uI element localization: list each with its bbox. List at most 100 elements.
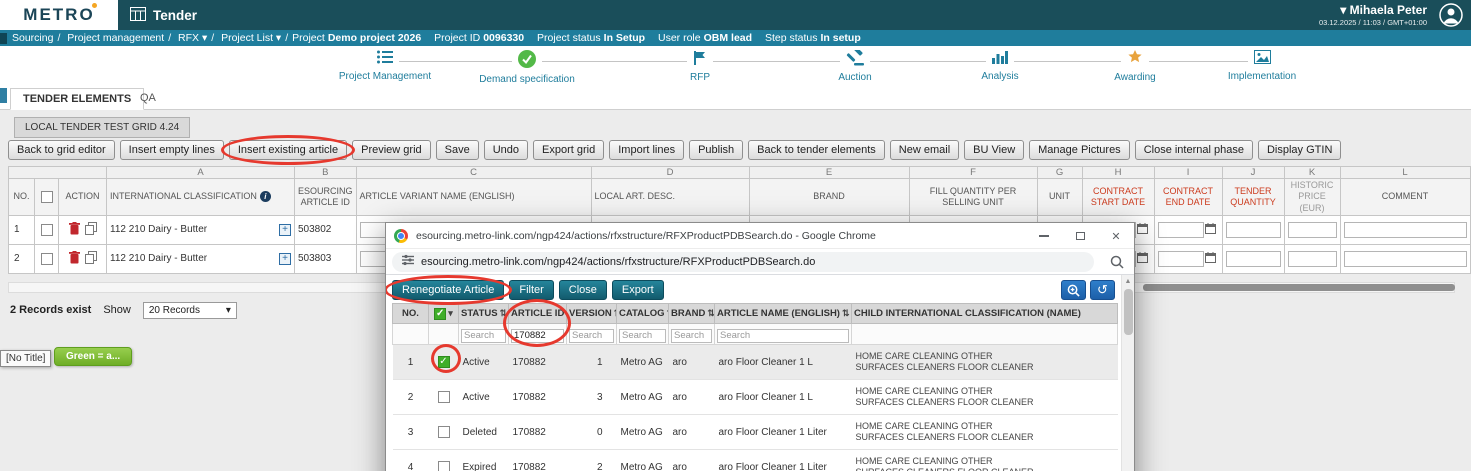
row-checkbox[interactable] [437, 461, 450, 471]
row-checkbox[interactable] [437, 391, 450, 403]
save-button[interactable]: Save [435, 140, 479, 160]
export-grid-button[interactable]: Export grid [533, 140, 605, 160]
tab-tender-elements[interactable]: TENDER ELEMENTS [10, 88, 145, 110]
article-name-search-input[interactable] [717, 328, 849, 343]
header-status[interactable]: STATUS ⇅ [458, 303, 509, 324]
copy-row-icon[interactable] [84, 250, 97, 267]
modal-scrollbar[interactable]: ▲ [1121, 275, 1134, 471]
horizontal-scrollbar-thumb[interactable] [1143, 284, 1455, 291]
version-search-input[interactable] [569, 328, 614, 343]
zoom-in-button[interactable] [1061, 280, 1086, 300]
breadcrumb-link[interactable]: RFX ▾ [178, 32, 207, 44]
new-email-button[interactable]: New email [889, 140, 960, 160]
copy-row-icon[interactable] [84, 221, 97, 238]
header-catalog[interactable]: CATALOG⇅ [616, 303, 669, 324]
historic-price-input[interactable] [1287, 250, 1337, 267]
tab-local-tender-test-grid[interactable]: LOCAL TENDER TEST GRID 4.24 [14, 117, 191, 138]
info-icon[interactable]: i [259, 191, 271, 203]
back-to-grid-editor-button[interactable]: Back to grid editor [8, 140, 115, 160]
header-article-name[interactable]: ARTICLE NAME (ENGLISH) ⇅ [714, 303, 852, 324]
expand-classification-button[interactable]: + [279, 252, 291, 265]
undo-button[interactable]: Undo [483, 140, 529, 160]
select-all-checkbox[interactable] [434, 307, 447, 320]
green-legend-chip: Green = a... [54, 347, 133, 366]
maximize-button[interactable] [1062, 223, 1098, 249]
close-button[interactable]: Close [558, 280, 607, 300]
records-per-page-select[interactable]: 20 Records ▾ [142, 301, 237, 319]
calendar-icon[interactable] [1204, 251, 1216, 266]
select-all-checkbox[interactable] [40, 190, 53, 203]
comment-input[interactable] [1343, 250, 1467, 267]
article-result-row[interactable]: 3 Deleted 170882 0 Metro AG aro aro Floo… [392, 414, 1118, 450]
column-letter: I [1153, 166, 1223, 179]
step-auction[interactable]: Auction [790, 47, 920, 83]
catalog-search-input[interactable] [619, 328, 666, 343]
step-awarding[interactable]: Awarding [1070, 50, 1200, 83]
scroll-up-icon[interactable]: ▲ [1122, 275, 1134, 288]
step-rfp[interactable]: RFP [635, 50, 765, 83]
contract-end-date-input[interactable] [1157, 250, 1204, 267]
step-implementation[interactable]: Implementation [1197, 50, 1327, 82]
article-result-row[interactable]: 4 Expired 170882 2 Metro AG aro aro Floo… [392, 449, 1118, 471]
delete-row-icon[interactable] [68, 221, 80, 238]
row-checkbox[interactable] [437, 426, 450, 438]
back-to-tender-elements-button[interactable]: Back to tender elements [748, 140, 885, 160]
zoom-icon[interactable] [1110, 255, 1124, 274]
close-window-button[interactable]: ✕ [1098, 223, 1134, 249]
tab-qa[interactable]: QA [128, 88, 168, 110]
row-checkbox[interactable] [40, 252, 53, 265]
display-gtin-button[interactable]: Display GTIN [1257, 140, 1342, 160]
tender-quantity-input[interactable] [1225, 221, 1281, 238]
column-letter: K [1283, 166, 1341, 179]
column-letter: C [355, 166, 592, 179]
article-result-row[interactable]: 1 Active 170882 1 Metro AG aro aro Floor… [392, 344, 1118, 380]
preview-grid-button[interactable]: Preview grid [352, 140, 431, 160]
insert-empty-lines-button[interactable]: Insert empty lines [119, 140, 224, 160]
delete-row-icon[interactable] [68, 250, 80, 267]
publish-button[interactable]: Publish [689, 140, 744, 160]
chevron-down-icon: ▾ [225, 304, 231, 316]
user-avatar-icon[interactable] [1439, 3, 1463, 27]
breadcrumb-link[interactable]: Project management [67, 32, 164, 44]
reset-button[interactable]: ↺ [1090, 280, 1115, 300]
manage-pictures-button[interactable]: Manage Pictures [1029, 140, 1130, 160]
modal-scrollbar-thumb[interactable] [1124, 289, 1133, 335]
close-internal-phase-button[interactable]: Close internal phase [1134, 140, 1253, 160]
insert-existing-article-button[interactable]: Insert existing article [220, 135, 356, 165]
article-result-row[interactable]: 2 Active 170882 3 Metro AG aro aro Floor… [392, 379, 1118, 415]
calendar-icon[interactable] [1136, 222, 1148, 237]
tender-quantity-input[interactable] [1225, 250, 1281, 267]
status-search-input[interactable] [461, 328, 506, 343]
header-version[interactable]: VERSION⇅ [566, 303, 617, 324]
datetime-label: 03.12.2025 / 11:03 / GMT+01:00 [1318, 18, 1427, 27]
renegotiate-article-button[interactable]: Renegotiate Article [386, 275, 513, 305]
historic-price-input[interactable] [1287, 221, 1337, 238]
window-title-bar[interactable]: esourcing.metro-link.com/ngp424/actions/… [386, 223, 1134, 249]
step-demand-specification[interactable]: Demand specification [462, 50, 592, 85]
contract-end-date-input[interactable] [1157, 221, 1204, 238]
export-button[interactable]: Export [611, 280, 664, 300]
calendar-icon[interactable] [1136, 251, 1148, 266]
header-select-all[interactable]: ▾ [428, 303, 459, 324]
user-menu[interactable]: ▾ Mihaela Peter 03.12.2025 / 11:03 / GMT… [1319, 3, 1427, 27]
minimize-button[interactable] [1026, 223, 1062, 249]
breadcrumb-link[interactable]: Project List ▾ [221, 32, 281, 44]
modal-body: Renegotiate Article Filter Close Export … [386, 275, 1121, 471]
breadcrumb-link[interactable]: Sourcing [12, 32, 53, 44]
expand-classification-button[interactable]: + [279, 223, 291, 236]
row-checkbox[interactable] [40, 223, 53, 236]
calendar-icon[interactable] [1204, 222, 1216, 237]
header-brand[interactable]: BRAND ⇅ [668, 303, 715, 324]
url-field[interactable]: esourcing.metro-link.com/ngp424/actions/… [392, 252, 1094, 272]
article-id-search-input[interactable] [511, 328, 564, 343]
header-article-id[interactable]: ARTICLE ID⇅ [508, 303, 567, 324]
step-analysis[interactable]: Analysis [935, 50, 1065, 82]
filter-button[interactable]: Filter [509, 280, 554, 300]
row-checkbox[interactable] [437, 356, 450, 368]
tune-icon[interactable] [402, 253, 414, 271]
brand-search-input[interactable] [671, 328, 712, 343]
bu-view-button[interactable]: BU View [964, 140, 1025, 160]
import-lines-button[interactable]: Import lines [609, 140, 685, 160]
comment-input[interactable] [1343, 221, 1467, 238]
step-project-management[interactable]: Project Management [320, 50, 450, 82]
